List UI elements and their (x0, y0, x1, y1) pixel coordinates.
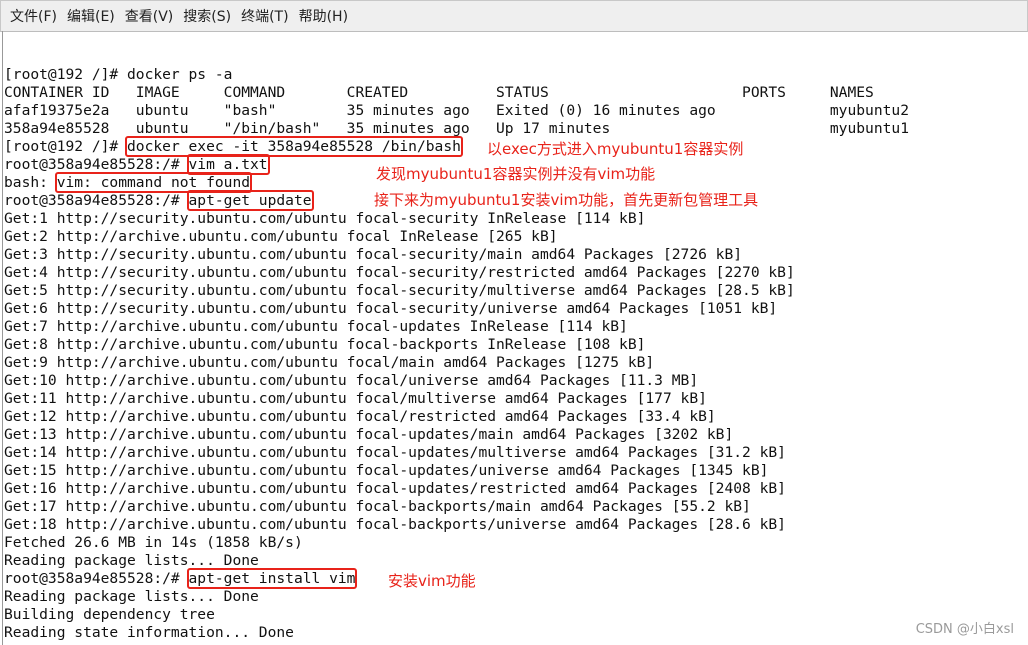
line: Get:18 http://archive.ubuntu.com/ubuntu … (4, 516, 786, 533)
line: Get:8 http://archive.ubuntu.com/ubuntu f… (4, 336, 646, 353)
line: Get:10 http://archive.ubuntu.com/ubuntu … (4, 372, 699, 389)
line: Get:15 http://archive.ubuntu.com/ubuntu … (4, 462, 769, 479)
terminal-area[interactable]: [root@192 /]# docker ps -a CONTAINER ID … (2, 31, 1028, 645)
line: Reading state information... Done (4, 624, 294, 641)
watermark: CSDN @小白xsl (915, 622, 1014, 637)
menu-help[interactable]: 帮助(H) (299, 6, 348, 26)
line: Reading package lists... Done (4, 588, 259, 605)
line: Get:4 http://security.ubuntu.com/ubuntu … (4, 264, 795, 281)
line: CONTAINER ID IMAGE COMMAND CREATED STATU… (4, 84, 874, 101)
line: Get:2 http://archive.ubuntu.com/ubuntu f… (4, 228, 558, 245)
menu-file[interactable]: 文件(F) (10, 6, 57, 26)
highlight-install-vim: apt-get install vim (186, 568, 358, 589)
line: [root@192 /]# docker ps -a (4, 66, 233, 83)
line: Reading package lists... Done (4, 552, 259, 569)
annotation-install: 安装vim功能 (388, 572, 476, 590)
line: Get:9 http://archive.ubuntu.com/ubuntu f… (4, 354, 655, 371)
line: afaf19375e2a ubuntu "bash" 35 minutes ag… (4, 102, 909, 119)
prompt: root@358a94e85528:/# (4, 156, 189, 173)
menu-terminal[interactable]: 终端(T) (241, 6, 288, 26)
annotation-no-vim: 发现myubuntu1容器实例并没有vim功能 (376, 165, 656, 183)
highlight-exec-command: docker exec -it 358a94e85528 /bin/bash (125, 136, 463, 157)
line: Get:3 http://security.ubuntu.com/ubuntu … (4, 246, 743, 263)
line: Fetched 26.6 MB in 14s (1858 kB/s) (4, 534, 303, 551)
annotation-update: 接下来为myubuntu1安装vim功能，首先更新包管理工具 (374, 191, 759, 209)
line: Get:12 http://archive.ubuntu.com/ubuntu … (4, 408, 716, 425)
menu-bar: 文件(F) 编辑(E) 查看(V) 搜索(S) 终端(T) 帮助(H) (0, 0, 1028, 32)
line: Get:17 http://archive.ubuntu.com/ubuntu … (4, 498, 751, 515)
menu-edit[interactable]: 编辑(E) (67, 6, 115, 26)
highlight-vim-command: vim a.txt (186, 154, 270, 175)
highlight-apt-update: apt-get update (186, 190, 314, 211)
line: Get:16 http://archive.ubuntu.com/ubuntu … (4, 480, 786, 497)
line: Get:14 http://archive.ubuntu.com/ubuntu … (4, 444, 786, 461)
line: Get:1 http://security.ubuntu.com/ubuntu … (4, 210, 646, 227)
menu-search[interactable]: 搜索(S) (183, 6, 231, 26)
menu-view[interactable]: 查看(V) (125, 6, 174, 26)
line: Building dependency tree (4, 606, 215, 623)
highlight-error: vim: command not found (54, 172, 253, 193)
line: Get:6 http://security.ubuntu.com/ubuntu … (4, 300, 778, 317)
annotation-exec: 以exec方式进入myubuntu1容器实例 (487, 140, 744, 158)
prompt: bash: (4, 174, 57, 191)
line: Get:7 http://archive.ubuntu.com/ubuntu f… (4, 318, 628, 335)
line: Get:11 http://archive.ubuntu.com/ubuntu … (4, 390, 707, 407)
terminal-output: [root@192 /]# docker ps -a CONTAINER ID … (4, 66, 909, 642)
prompt: root@358a94e85528:/# (4, 570, 189, 587)
prompt: root@358a94e85528:/# (4, 192, 189, 209)
prompt: [root@192 /]# (4, 138, 128, 155)
line: Get:13 http://archive.ubuntu.com/ubuntu … (4, 426, 734, 443)
line: 358a94e85528 ubuntu "/bin/bash" 35 minut… (4, 120, 909, 137)
line: Get:5 http://security.ubuntu.com/ubuntu … (4, 282, 795, 299)
